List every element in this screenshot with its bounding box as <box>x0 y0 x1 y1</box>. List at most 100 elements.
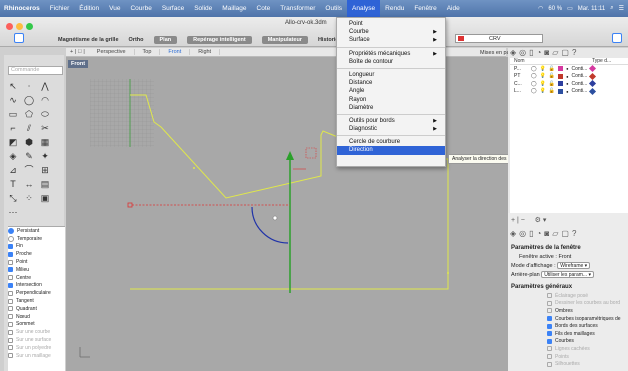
command-input[interactable]: Commande <box>8 66 63 75</box>
menu-item[interactable]: Angle <box>337 87 445 95</box>
menu-item[interactable]: Cercle de courbure <box>337 138 445 146</box>
column-name[interactable]: Nom <box>514 58 592 64</box>
print-color-icon[interactable] <box>589 65 597 73</box>
osnap-item[interactable]: Sur une surface <box>8 336 65 344</box>
osnap-persistent[interactable]: Persistant <box>8 227 65 235</box>
curvature-icon[interactable]: ⌒ <box>23 164 35 176</box>
material-icon[interactable]: ● <box>566 74 568 79</box>
layers-icon[interactable]: ◈ <box>510 48 516 57</box>
print-color-icon[interactable] <box>589 72 597 80</box>
display-option[interactable]: Lignes cachées <box>511 345 628 353</box>
visibility-icon[interactable]: 💡 <box>540 73 546 79</box>
display-option[interactable]: Bords des surfaces <box>511 322 628 330</box>
viewport-front[interactable] <box>66 57 514 371</box>
osnap-item[interactable]: Quadrant <box>8 305 65 313</box>
layers-icon[interactable]: ◈ <box>510 229 516 238</box>
plan-toggle[interactable]: Plan <box>153 36 178 44</box>
layer-name[interactable]: PT <box>514 73 528 79</box>
layer-row[interactable]: L... ◯ 💡 🔓 ● Conti... <box>510 87 628 96</box>
document-icon[interactable]: ▯ <box>529 48 533 57</box>
render-settings-icon[interactable]: ▱ <box>552 48 558 57</box>
osnap-item[interactable]: Tangent <box>8 297 65 305</box>
dimension-icon[interactable]: ↔ <box>23 178 35 190</box>
display-option[interactable]: Ombres <box>511 307 628 315</box>
mesh-icon[interactable]: ▦ <box>39 136 51 148</box>
menu-transformer[interactable]: Transformer <box>275 0 320 17</box>
current-layer-icon[interactable]: ◯ <box>531 81 537 87</box>
lock-icon[interactable]: 🔓 <box>549 81 555 87</box>
solid-icon[interactable]: ⬢ <box>23 136 35 148</box>
camera-icon[interactable]: ◙ <box>544 48 549 57</box>
battery-label[interactable]: 60 % <box>548 6 562 12</box>
display-option[interactable]: Éclairage posé <box>511 292 628 300</box>
more-tools-icon[interactable]: ⋯ <box>7 206 19 218</box>
menu-item[interactable]: Rayon <box>337 96 445 104</box>
layer-row[interactable]: PT ◯ 💡 🔓 ● Conti... <box>510 72 628 81</box>
layer-linetype[interactable]: Conti... <box>572 81 588 87</box>
layer-name[interactable]: P... <box>514 66 528 72</box>
fillet-icon[interactable]: ⌐ <box>7 122 19 134</box>
osnap-item[interactable]: Milieu <box>8 266 65 274</box>
point-icon[interactable]: ⋅ <box>23 80 35 92</box>
current-layer-select[interactable]: CRV <box>455 34 543 43</box>
array-icon[interactable]: ⁘ <box>23 192 35 204</box>
display-option[interactable]: Courbes isoparamétriques de <box>511 315 628 323</box>
layer-linetype[interactable]: Conti... <box>572 66 588 72</box>
menu-item[interactable]: Outils pour bords ▶ <box>337 117 445 125</box>
lock-icon[interactable]: 🔓 <box>549 88 555 94</box>
viewport-label[interactable]: Front <box>68 60 89 68</box>
panel-add-remove[interactable]: + | − ⚙ ▾ <box>511 216 546 224</box>
lock-icon[interactable]: 🔓 <box>549 73 555 79</box>
grip-point[interactable] <box>127 202 133 208</box>
menu-item[interactable]: Diagnostic ▶ <box>337 125 445 133</box>
display-option[interactable]: Silhouettes <box>511 360 628 368</box>
render-icon[interactable]: ✦ <box>39 150 51 162</box>
osnap-item[interactable]: Intersection <box>8 282 65 290</box>
boolean-icon[interactable]: ◈ <box>7 150 19 162</box>
panels-toggle-icon[interactable] <box>612 33 622 43</box>
display-option[interactable]: Points <box>511 353 628 361</box>
smart-track-toggle[interactable]: Repérage intelligent <box>187 36 252 44</box>
menu-edition[interactable]: Édition <box>74 0 104 17</box>
layer-row[interactable]: C... ◯ 💡 🔓 ● Conti... <box>510 80 628 88</box>
document-icon[interactable]: ▯ <box>529 229 533 238</box>
wifi-icon[interactable]: ◠ <box>538 5 543 12</box>
display-icon[interactable]: ◎ <box>519 229 526 238</box>
layer-linetype[interactable]: Conti... <box>572 88 588 94</box>
material-icon[interactable]: ● <box>566 66 568 71</box>
analyze-icon[interactable]: ⊿ <box>7 164 19 176</box>
menu-vue[interactable]: Vue <box>104 0 125 17</box>
menu-courbe[interactable]: Courbe <box>125 0 156 17</box>
close-button[interactable] <box>6 23 13 30</box>
display-option[interactable]: Dessiner les courbes au bord <box>511 300 628 308</box>
print-color-icon[interactable] <box>589 87 597 95</box>
battery-icon[interactable]: ▭ <box>567 5 573 12</box>
visibility-icon[interactable]: 💡 <box>540 88 546 94</box>
menu-fichier[interactable]: Fichier <box>45 0 75 17</box>
group-icon[interactable]: ⊞ <box>39 164 51 176</box>
layer-color-swatch[interactable] <box>558 66 564 72</box>
help-icon[interactable]: ? <box>572 48 576 57</box>
visibility-icon[interactable]: 💡 <box>540 81 546 87</box>
current-layer-icon[interactable]: ◯ <box>531 73 537 79</box>
image-icon[interactable]: ▢ <box>561 48 569 57</box>
clock[interactable]: Mar. 11:11 <box>578 6 605 12</box>
paint-icon[interactable]: ✎ <box>23 150 35 162</box>
display-mode-select[interactable]: Wireframe ▾ <box>557 262 591 270</box>
viewport-canvas[interactable] <box>66 57 514 371</box>
lights-icon[interactable]: ◔ <box>537 229 542 238</box>
menu-surface[interactable]: Surface <box>157 0 189 17</box>
zoom-button[interactable] <box>26 23 33 30</box>
osnap-item[interactable]: Sur un maillage <box>8 352 65 360</box>
osnap-item[interactable]: Perpendiculaire <box>8 289 65 297</box>
osnap-item[interactable]: Centre <box>8 274 65 282</box>
list-icon[interactable]: ☰ <box>619 5 624 12</box>
arc-curve[interactable] <box>251 206 289 244</box>
lock-icon[interactable]: 🔓 <box>549 66 555 72</box>
menu-rendu[interactable]: Rendu <box>380 0 409 17</box>
ellipse-icon[interactable]: ⬭ <box>39 108 51 120</box>
surface-icon[interactable]: ◩ <box>7 136 19 148</box>
menu-maillage[interactable]: Maillage <box>217 0 251 17</box>
layer-row[interactable]: P... ◯ 💡 🔓 ● Conti... <box>510 65 628 73</box>
ortho-toggle[interactable]: Ortho <box>129 37 144 43</box>
